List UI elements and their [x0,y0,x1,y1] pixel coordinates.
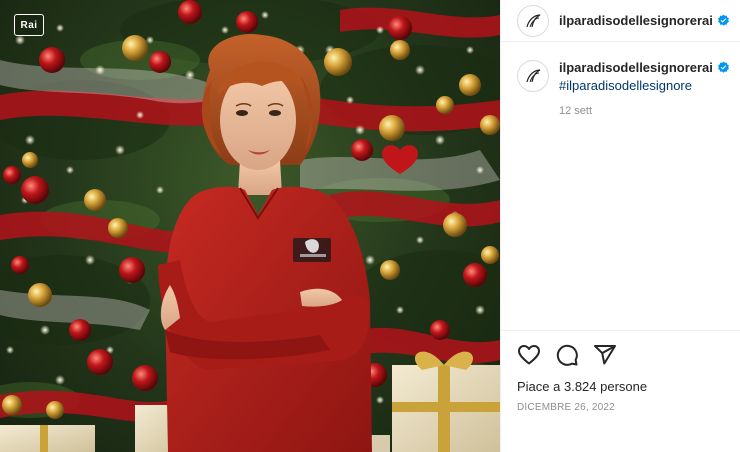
rai-channel-logo: Rai [14,14,44,36]
comment-icon [556,344,578,366]
profile-logo-icon [526,69,541,83]
caption-block: ilparadisodellesignorerai #ilparadisodel… [501,42,740,117]
post-details-panel: ilparadisodellesignorerai ilparadisodell… [500,0,740,452]
caption-hashtag[interactable]: #ilparadisodellesignore [559,78,730,93]
post-photo[interactable]: Rai [0,0,500,452]
caption-time[interactable]: 12 sett [559,105,730,117]
verified-badge-icon [717,61,729,73]
post-actions-section: Piace a 3.824 persone DICEMBRE 26, 2022 [501,330,740,413]
profile-logo-icon [526,13,541,27]
likes-count[interactable]: Piace a 3.824 persone [501,367,740,394]
like-button[interactable] [517,343,541,367]
post-date[interactable]: DICEMBRE 26, 2022 [501,394,740,413]
caption-username[interactable]: ilparadisodellesignorerai [559,60,713,75]
christmas-scene [0,0,500,452]
verified-badge-icon [717,14,729,26]
action-bar [501,331,740,367]
share-button[interactable] [593,343,617,367]
username[interactable]: ilparadisodellesignorerai [559,13,713,28]
comment-button[interactable] [555,343,579,367]
heart-icon [518,345,540,365]
caption-avatar[interactable] [517,60,549,92]
avatar[interactable] [517,4,549,37]
share-icon [594,345,616,365]
post-header: ilparadisodellesignorerai [501,0,740,42]
